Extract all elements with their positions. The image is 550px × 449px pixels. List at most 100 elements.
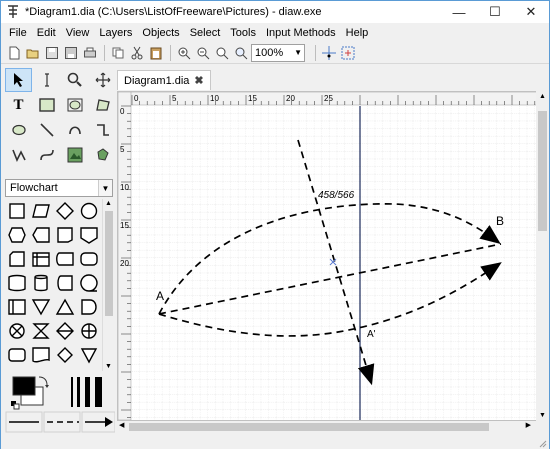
menu-objects[interactable]: Objects (137, 27, 184, 39)
scroll-up-icon[interactable]: ▲ (105, 200, 112, 207)
scroll-up-icon[interactable]: ▲ (539, 93, 546, 100)
flowchart-shape-icon[interactable] (53, 199, 77, 223)
print-icon[interactable] (81, 44, 98, 61)
label-a-prime[interactable]: A' (367, 329, 376, 340)
diagram-svg[interactable]: 0 5 10 15 20 25 05101520 A B A' 458/566 (117, 91, 547, 421)
flowchart-shape-icon[interactable] (5, 319, 29, 343)
resize-grip-icon[interactable] (537, 438, 547, 448)
save-icon[interactable] (43, 44, 60, 61)
flowchart-shape-icon[interactable] (77, 223, 101, 247)
zoom-in-icon[interactable] (175, 44, 192, 61)
flowchart-shape-icon[interactable] (53, 223, 77, 247)
cut-icon[interactable] (128, 44, 145, 61)
paste-icon[interactable] (147, 44, 164, 61)
menu-edit[interactable]: Edit (32, 27, 61, 39)
sheet-selector[interactable]: Flowchart ▼ (5, 179, 113, 197)
line-width-icon[interactable] (71, 377, 102, 407)
open-icon[interactable] (24, 44, 41, 61)
box-tool-icon[interactable] (33, 93, 60, 117)
flowchart-shape-icon[interactable] (77, 271, 101, 295)
flowchart-shape-icon[interactable] (53, 319, 77, 343)
menu-input-methods[interactable]: Input Methods (261, 27, 341, 39)
horizontal-scrollbar[interactable]: ◀ ▶ (117, 421, 547, 433)
menu-file[interactable]: File (4, 27, 32, 39)
flowchart-shape-icon[interactable] (77, 295, 101, 319)
scroll-down-icon[interactable]: ▼ (539, 412, 546, 419)
shapes-scrollbar[interactable]: ▲ ▼ (102, 199, 114, 371)
scroll-right-icon[interactable]: ▶ (526, 421, 531, 429)
tab-diagram1[interactable]: Diagram1.dia ✖ (117, 70, 211, 90)
arc-tool-icon[interactable] (61, 118, 88, 142)
scroll-tool-icon[interactable] (89, 68, 116, 92)
new-icon[interactable] (5, 44, 22, 61)
menu-select[interactable]: Select (185, 27, 226, 39)
end-arrow-icon[interactable] (81, 411, 115, 433)
guide-icon[interactable] (339, 44, 356, 61)
close-button[interactable]: ✕ (513, 1, 549, 23)
flowchart-shape-icon[interactable] (53, 247, 77, 271)
copy-icon[interactable] (109, 44, 126, 61)
minimize-button[interactable]: — (441, 1, 477, 23)
flowchart-shape-icon[interactable] (53, 295, 77, 319)
zoom-select-icon[interactable] (232, 44, 249, 61)
beziergon-tool-icon[interactable] (5, 118, 32, 142)
menu-tools[interactable]: Tools (225, 27, 261, 39)
menu-help[interactable]: Help (341, 27, 374, 39)
flowchart-shape-icon[interactable] (5, 295, 29, 319)
flowchart-shape-icon[interactable] (29, 295, 53, 319)
flowchart-shape-icon[interactable] (29, 319, 53, 343)
polygon-tool-icon[interactable] (89, 93, 116, 117)
ellipse-tool-icon[interactable] (61, 93, 88, 117)
pointer-tool-icon[interactable] (5, 68, 32, 92)
flowchart-shape-icon[interactable] (77, 199, 101, 223)
close-tab-icon[interactable]: ✖ (194, 74, 203, 87)
flowchart-shape-icon[interactable] (5, 343, 29, 367)
scroll-left-icon[interactable]: ◀ (119, 421, 124, 429)
zoom-out-icon[interactable] (194, 44, 211, 61)
default-colors-icon[interactable] (11, 401, 20, 410)
text-edit-tool-icon[interactable] (33, 68, 60, 92)
flowchart-shape-icon[interactable] (5, 247, 29, 271)
horizontal-scroll-thumb[interactable] (129, 423, 489, 431)
line-style-icon[interactable] (43, 411, 81, 433)
flowchart-shape-icon[interactable] (77, 247, 101, 271)
scroll-down-icon[interactable]: ▼ (105, 363, 112, 370)
zoom-combo[interactable]: 100% ▼ (251, 43, 305, 62)
line-tool-icon[interactable] (33, 118, 60, 142)
chevron-down-icon[interactable]: ▼ (294, 48, 302, 57)
vertical-scrollbar[interactable]: ▲ ▼ (536, 91, 549, 421)
flowchart-shape-icon[interactable] (5, 199, 29, 223)
flowchart-shape-icon[interactable] (29, 271, 53, 295)
outline-tool-icon[interactable] (89, 143, 116, 167)
flowchart-shape-icon[interactable] (77, 319, 101, 343)
flowchart-shape-icon[interactable] (53, 271, 77, 295)
text-tool-icon[interactable]: T (5, 93, 32, 117)
flowchart-shape-icon[interactable] (5, 223, 29, 247)
flowchart-shape-icon[interactable] (77, 343, 101, 367)
swap-colors-icon[interactable] (38, 376, 49, 388)
foreground-color-swatch[interactable] (12, 376, 36, 396)
save-as-icon[interactable] (62, 44, 79, 61)
menu-layers[interactable]: Layers (94, 27, 137, 39)
scrollbar-thumb[interactable] (105, 211, 113, 316)
maximize-button[interactable]: ☐ (477, 1, 513, 23)
zoom-fit-icon[interactable] (213, 44, 230, 61)
polyline-tool-icon[interactable] (5, 143, 32, 167)
flowchart-shape-icon[interactable] (29, 343, 53, 367)
menu-view[interactable]: View (61, 27, 95, 39)
magnify-tool-icon[interactable] (61, 68, 88, 92)
diagram-canvas[interactable]: 0 5 10 15 20 25 0 5 10 15 20 A B A' 458/… (117, 91, 547, 421)
flowchart-shape-icon[interactable] (53, 343, 77, 367)
flowchart-shape-icon[interactable] (29, 247, 53, 271)
flowchart-shape-icon[interactable] (29, 199, 53, 223)
chevron-down-icon[interactable]: ▼ (98, 180, 112, 196)
flowchart-shape-icon[interactable] (5, 271, 29, 295)
label-b[interactable]: B (496, 214, 504, 228)
label-a[interactable]: A (156, 289, 164, 303)
image-tool-icon[interactable] (61, 143, 88, 167)
vertical-scroll-thumb[interactable] (538, 111, 547, 231)
zigzag-tool-icon[interactable] (89, 118, 116, 142)
label-measure[interactable]: 458/566 (318, 190, 355, 201)
snap-grid-icon[interactable] (320, 44, 337, 61)
start-arrow-icon[interactable] (5, 411, 43, 433)
